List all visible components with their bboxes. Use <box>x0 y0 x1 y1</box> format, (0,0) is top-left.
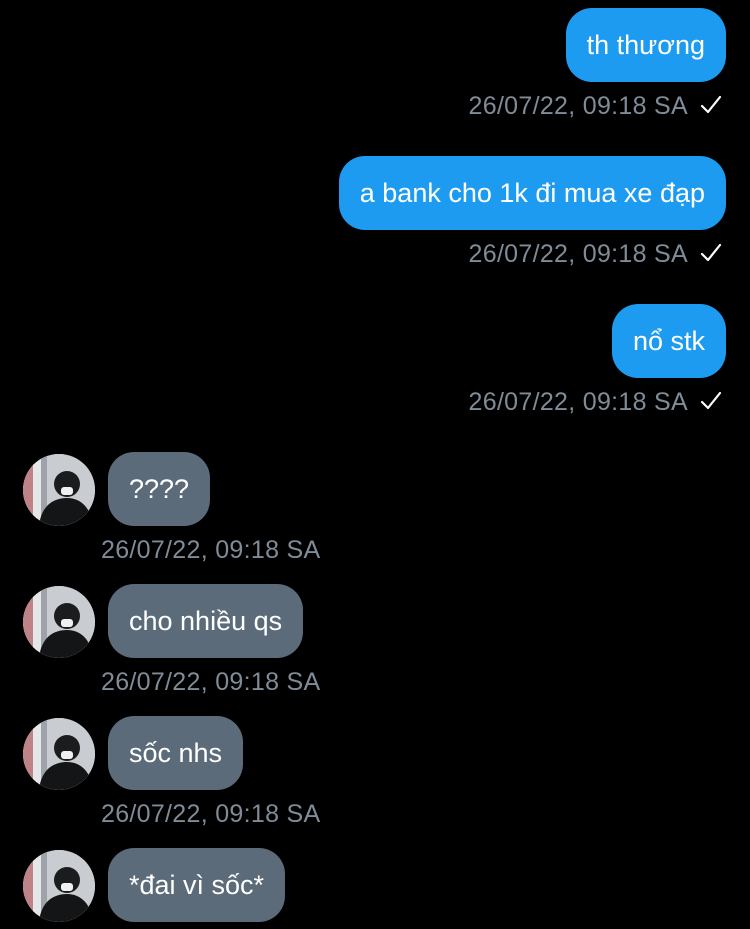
incoming-message-bubble[interactable]: cho nhiều qs <box>108 584 304 658</box>
avatar[interactable] <box>23 718 95 790</box>
message-text: ???? <box>129 474 190 504</box>
incoming-message-bubble[interactable]: sốc nhs <box>108 716 244 790</box>
checkmark-icon <box>700 241 722 263</box>
incoming-message-bubble[interactable]: ???? <box>108 452 211 526</box>
message-timestamp: 26/07/22, 09:18 SA <box>468 388 688 416</box>
avatar[interactable] <box>23 850 95 922</box>
checkmark-icon <box>700 93 722 115</box>
outgoing-message-bubble[interactable]: a bank cho 1k đi mua xe đạp <box>338 156 726 230</box>
message-timestamp: 26/07/22, 09:18 SA <box>468 92 688 120</box>
avatar[interactable] <box>23 586 95 658</box>
outgoing-message-bubble[interactable]: nổ stk <box>611 304 726 378</box>
message-text: sốc nhs <box>129 738 223 768</box>
outgoing-message-bubble[interactable]: th thương <box>565 8 726 82</box>
message-meta: 26/07/22, 09:18 SA <box>469 91 722 121</box>
message-timestamp: 26/07/22, 09:18 SA <box>101 800 321 828</box>
message-thread: th thương 26/07/22, 09:18 SA a bank cho … <box>0 0 750 929</box>
checkmark-icon <box>700 389 722 411</box>
message-text: a bank cho 1k đi mua xe đạp <box>359 178 705 208</box>
message-timestamp: 26/07/22, 09:18 SA <box>468 240 688 268</box>
avatar[interactable] <box>23 454 95 526</box>
message-timestamp: 26/07/22, 09:18 SA <box>101 668 321 696</box>
incoming-message-bubble[interactable]: *đai vì sốc* <box>108 848 286 922</box>
message-text: cho nhiều qs <box>129 606 283 636</box>
message-timestamp: 26/07/22, 09:18 SA <box>101 536 321 564</box>
message-text: *đai vì sốc* <box>129 870 265 900</box>
message-text: th thương <box>586 30 705 60</box>
message-meta: 26/07/22, 09:18 SA <box>469 239 722 269</box>
message-text: nổ stk <box>632 326 705 356</box>
message-meta: 26/07/22, 09:18 SA <box>469 387 722 417</box>
